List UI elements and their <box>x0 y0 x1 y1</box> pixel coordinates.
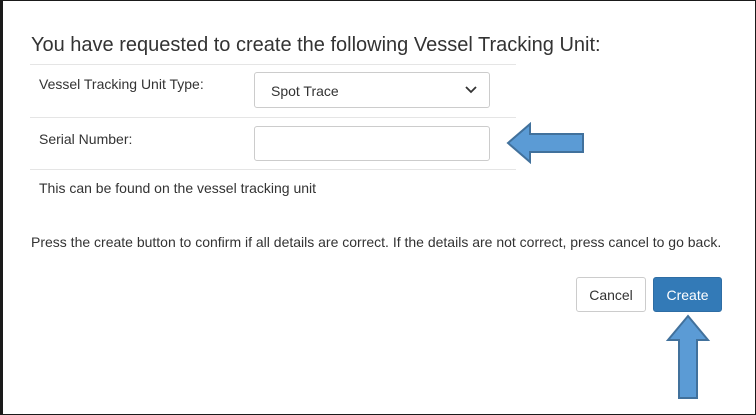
divider <box>30 169 516 170</box>
frame-edge <box>1 1 3 414</box>
cancel-button[interactable]: Cancel <box>576 277 646 312</box>
screenshot-frame: You have requested to create the followi… <box>0 0 756 415</box>
select-value: Spot Trace <box>271 83 339 99</box>
create-button[interactable]: Create <box>653 277 722 312</box>
divider <box>30 64 516 65</box>
dialog-heading: You have requested to create the followi… <box>31 34 601 56</box>
serial-help-text: This can be found on the vessel tracking… <box>39 180 317 196</box>
serial-label: Serial Number: <box>39 131 133 147</box>
divider <box>30 117 516 118</box>
type-label: Vessel Tracking Unit Type: <box>39 76 204 92</box>
confirm-message: Press the create button to confirm if al… <box>31 234 722 250</box>
tracking-unit-type-select[interactable]: Spot Trace <box>254 72 490 108</box>
serial-number-input[interactable] <box>254 126 490 161</box>
arrow-up-icon <box>665 314 711 399</box>
arrow-left-icon <box>506 122 584 164</box>
chevron-down-icon <box>465 86 477 94</box>
